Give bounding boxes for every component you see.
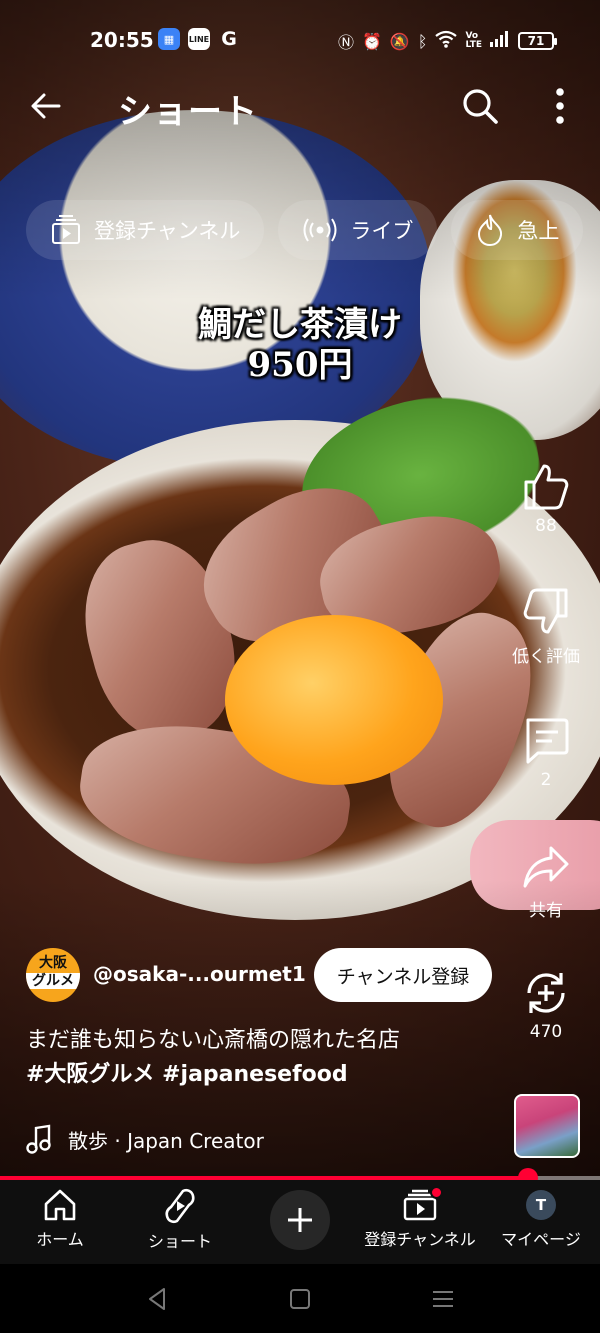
subscribe-button[interactable]: チャンネル登録 (314, 948, 492, 1002)
remix-icon (527, 973, 565, 1013)
chip-label: 登録チャンネル (94, 219, 241, 243)
chip-subscriptions[interactable]: 登録チャンネル (26, 200, 265, 260)
trending-icon (478, 214, 503, 247)
thumbs-up-icon (524, 464, 569, 510)
bluetooth-icon: ᛒ (417, 31, 428, 51)
shorts-header: ショート (0, 80, 600, 134)
egg-yolk-image (225, 615, 443, 785)
dislike-label: 低く評価 (512, 647, 580, 667)
more-vert-icon (556, 88, 564, 124)
home-square-icon[interactable] (285, 1284, 315, 1314)
status-time: 20:55 (90, 28, 154, 52)
nav-label: ショート (147, 1232, 212, 1251)
video-description[interactable]: まだ誰も知らない心斎橋の隠れた名店 #大阪グルメ #japanesefood (26, 1024, 506, 1092)
volte-icon: Vo LTE (465, 31, 482, 50)
nfc-icon: Ⓝ (337, 33, 354, 52)
more-options-button[interactable] (540, 86, 580, 126)
back-triangle-icon[interactable] (142, 1284, 172, 1314)
wifi-icon (435, 30, 458, 52)
system-navigation-bar (0, 1264, 600, 1333)
chip-trending[interactable]: 急上 (451, 200, 584, 260)
home-icon (44, 1189, 76, 1221)
caption-price: 950円 (247, 345, 353, 385)
nav-label: ホーム (36, 1230, 84, 1249)
nav-my-page[interactable]: T マイページ (476, 1188, 600, 1250)
bottom-navigation: ホーム ショート 登録チャンネル T マイページ (0, 1180, 600, 1264)
description-hashtags[interactable]: #大阪グルメ #japanesefood (26, 1058, 506, 1092)
channel-row: 大阪 グルメ @osaka-...ourmet1 チャンネル登録 (26, 948, 506, 1002)
recents-menu-icon[interactable] (428, 1284, 458, 1314)
nav-home[interactable]: ホーム (0, 1188, 125, 1250)
mute-icon: 🔕 (389, 31, 410, 51)
like-button[interactable]: 88 (506, 460, 586, 536)
status-bar: 20:55 ▦ LINE G Ⓝ ⏰ 🔕 ᛒ Vo LTE 71 (0, 22, 600, 62)
music-label: 散歩 · Japan Creator (68, 1128, 264, 1153)
back-button[interactable] (26, 86, 66, 126)
signal-icon (490, 31, 510, 51)
arrow-left-icon (31, 93, 61, 119)
chip-live[interactable]: ライブ (278, 200, 438, 260)
channel-handle[interactable]: @osaka-...ourmet1 (93, 962, 306, 986)
caption-dish-name: 鯛だし茶漬け (198, 305, 402, 345)
remix-button[interactable]: 470 (506, 968, 586, 1042)
remix-count: 470 (529, 1022, 563, 1042)
share-button[interactable]: 共有 (506, 842, 586, 921)
music-note-icon (26, 1124, 51, 1154)
system-icons: Ⓝ ⏰ 🔕 ᛒ Vo LTE 71 (337, 29, 557, 53)
profile-avatar: T (526, 1190, 556, 1220)
notification-icons: ▦ LINE G (158, 28, 240, 50)
calendar-app-icon: ▦ (158, 28, 180, 50)
channel-avatar[interactable]: 大阪 グルメ (26, 948, 80, 1002)
chip-label: 急上 (517, 219, 560, 243)
nav-label: 登録チャンネル (364, 1230, 476, 1249)
share-icon (523, 846, 569, 888)
avatar-text-bottom: グルメ (26, 973, 80, 989)
sound-thumbnail[interactable] (514, 1094, 580, 1158)
comment-icon (526, 718, 569, 764)
share-label: 共有 (529, 901, 563, 921)
google-app-icon: G (221, 28, 237, 50)
music-row[interactable]: 散歩 · Japan Creator (26, 1122, 264, 1156)
live-icon (303, 218, 337, 242)
battery-icon: 71 (518, 32, 557, 50)
line-app-icon: LINE (188, 28, 210, 50)
comment-count: 2 (540, 770, 552, 790)
feed-filter-chips: 登録チャンネル ライブ 急上 (26, 200, 584, 260)
nav-shorts[interactable]: ショート (115, 1188, 245, 1252)
dislike-button[interactable]: 低く評価 (506, 586, 586, 667)
subscriptions-icon (52, 215, 80, 244)
search-button[interactable] (460, 86, 500, 126)
plus-icon (288, 1208, 312, 1232)
create-button[interactable] (270, 1190, 330, 1250)
thumbs-down-icon (523, 588, 568, 634)
alarm-icon: ⏰ (362, 31, 382, 51)
description-text: まだ誰も知らない心斎橋の隠れた名店 (26, 1028, 401, 1053)
nav-subscriptions[interactable]: 登録チャンネル (355, 1186, 485, 1250)
like-count: 88 (535, 516, 557, 536)
page-title: ショート (118, 92, 258, 132)
comments-button[interactable]: 2 (506, 716, 586, 790)
shorts-icon (165, 1188, 195, 1224)
nav-label: マイページ (501, 1230, 581, 1249)
notification-dot (430, 1186, 443, 1199)
video-caption: 鯛だし茶漬け 950円 (0, 305, 600, 385)
search-icon (463, 89, 498, 124)
chip-label: ライブ (350, 219, 414, 243)
avatar-text-top: 大阪 (39, 955, 67, 971)
